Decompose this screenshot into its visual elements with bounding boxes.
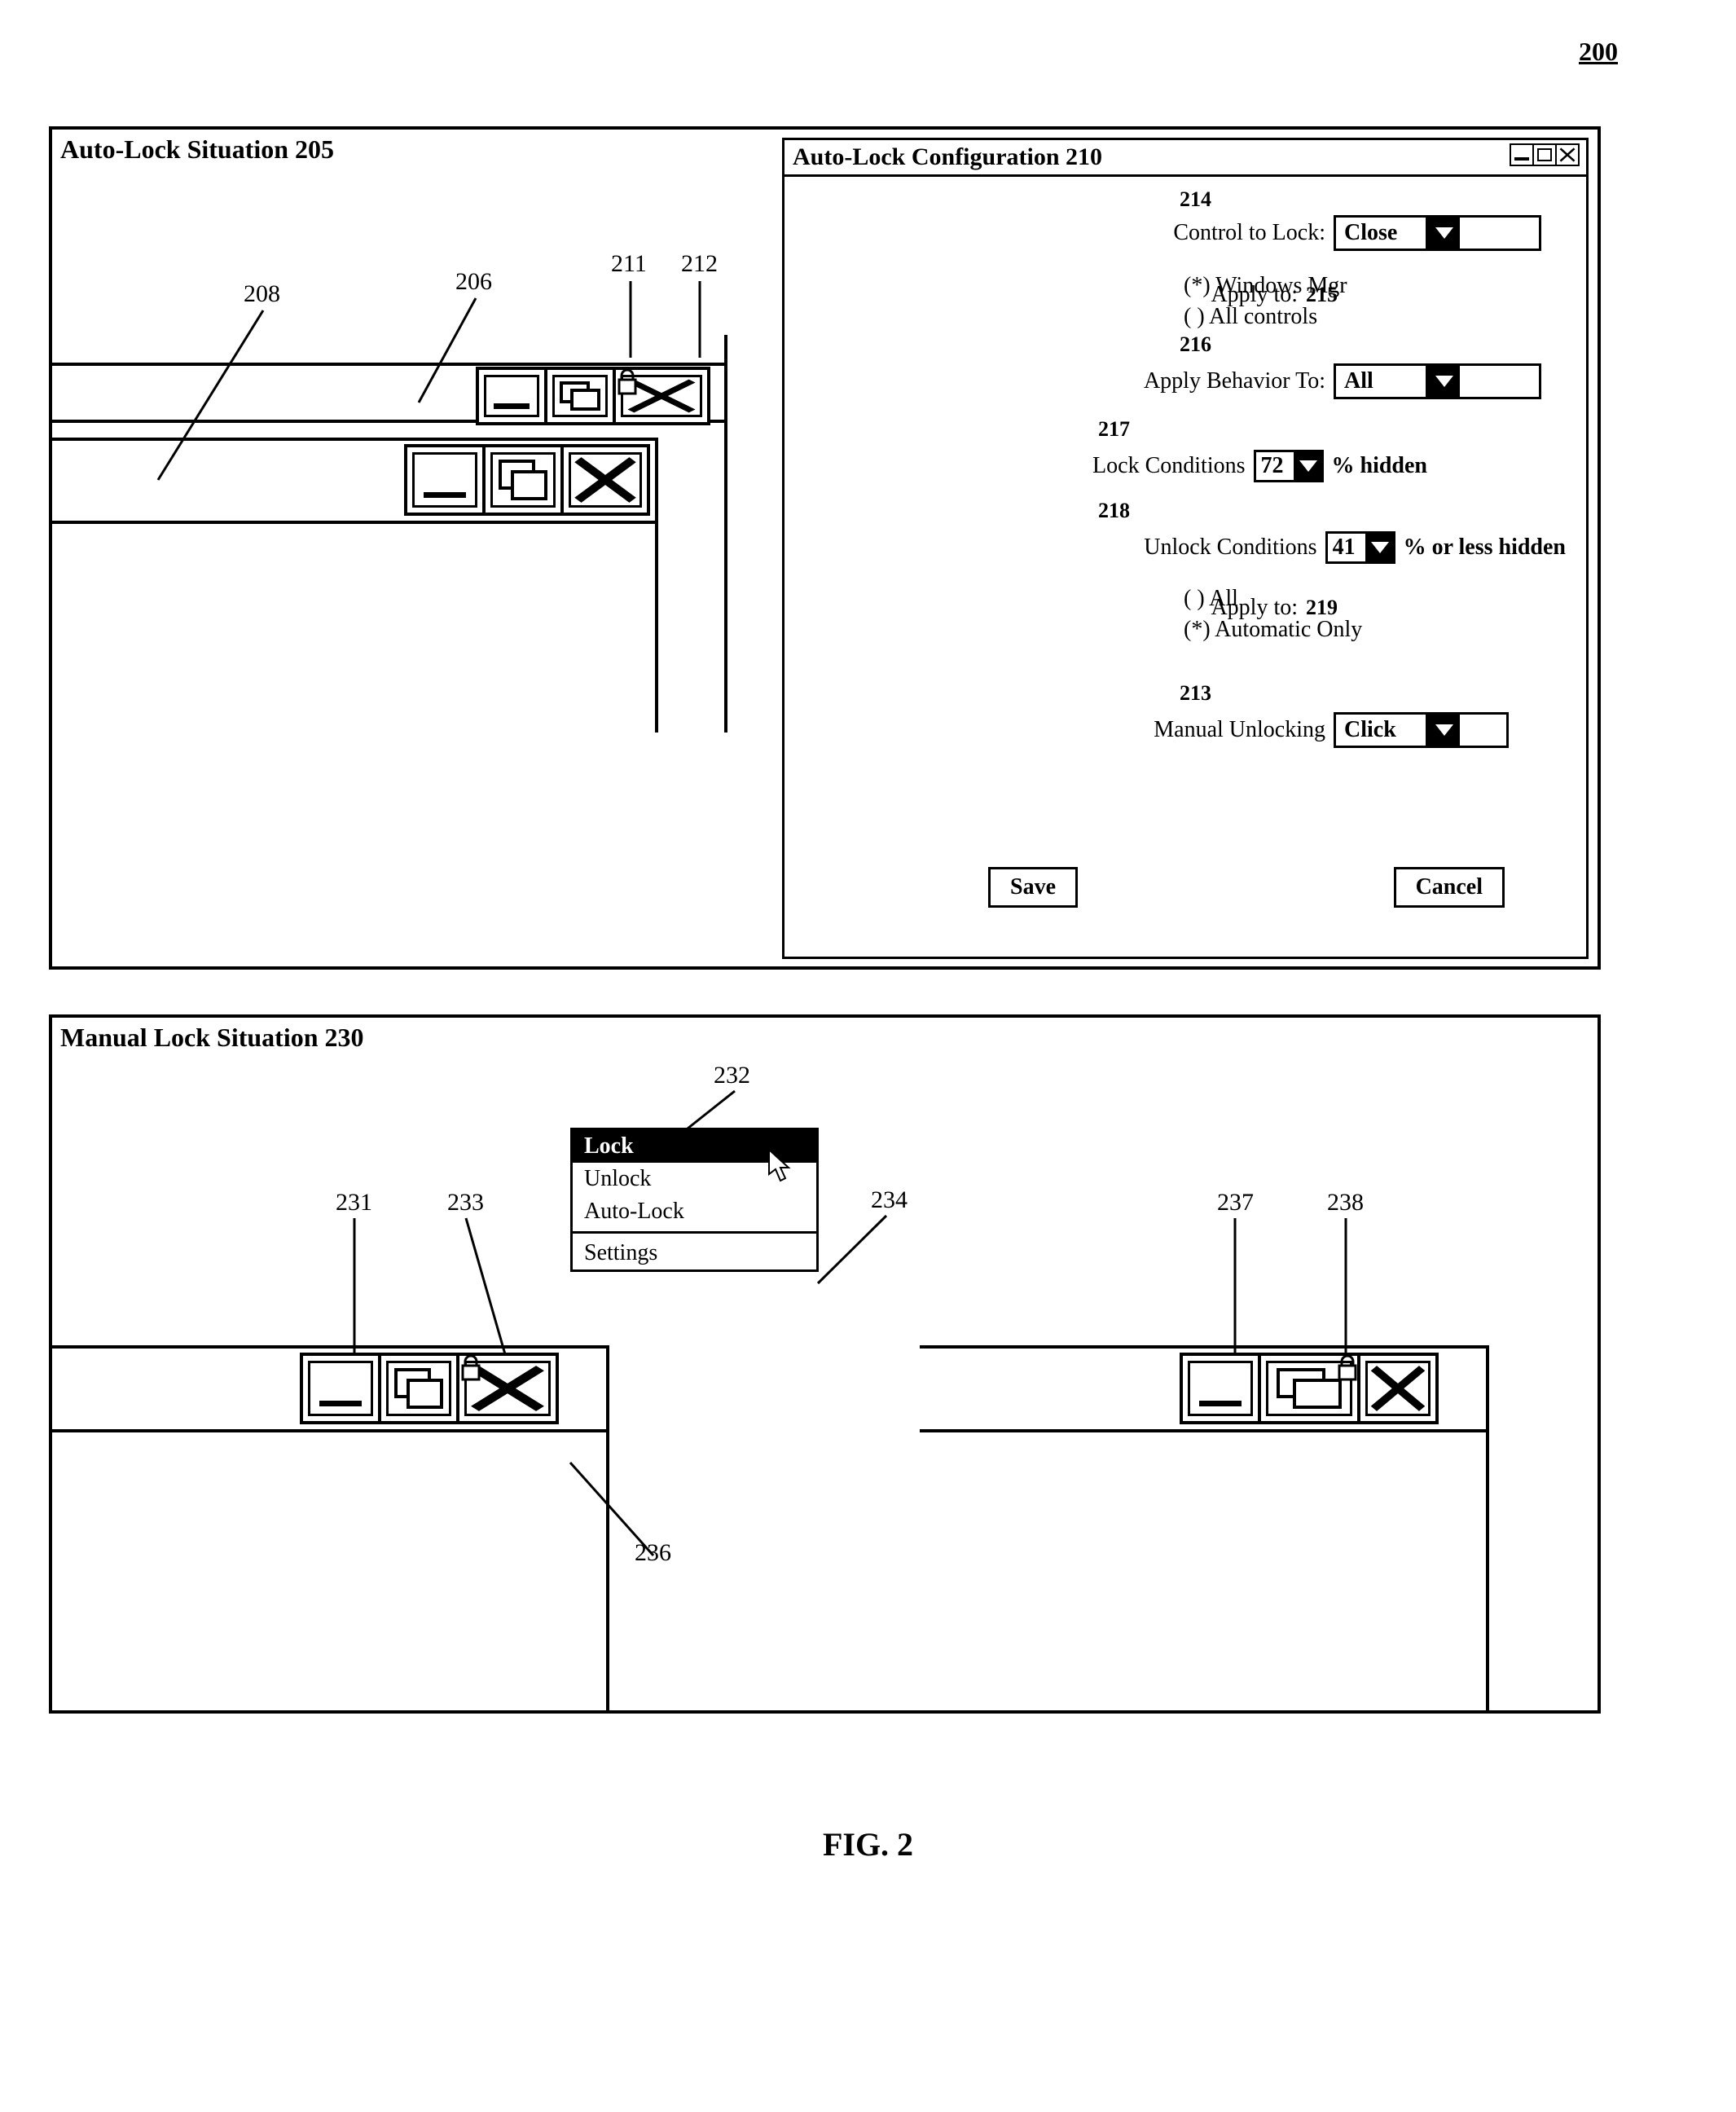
ref-217: 217: [1098, 417, 1130, 442]
ref-218: 218: [1098, 499, 1130, 523]
ref-214: 214: [1180, 187, 1211, 212]
lock-icon: [616, 368, 639, 396]
radio-all[interactable]: ( ) All: [1184, 583, 1362, 614]
front-close-button[interactable]: [560, 444, 650, 516]
apply-to-radio-group-2[interactable]: ( ) All (*) Automatic Only: [1184, 583, 1362, 645]
menu-item-settings[interactable]: Settings: [573, 1237, 816, 1269]
right-max-button[interactable]: [1258, 1353, 1360, 1424]
panel-manual-lock: Manual Lock Situation 230 232 234 231 23…: [49, 1014, 1601, 1714]
control-to-lock-dropdown[interactable]: Close: [1334, 215, 1541, 251]
label-unlock-conditions: Unlock Conditions: [1144, 535, 1316, 561]
back-max-button[interactable]: [544, 367, 616, 425]
label-manual-unlocking: Manual Unlocking: [1154, 717, 1325, 743]
apply-to-radio-group-1[interactable]: (*) Windows Mgr ( ) All controls: [1184, 271, 1347, 332]
ref-216: 216: [1180, 332, 1211, 357]
apply-behavior-dropdown[interactable]: All: [1334, 363, 1541, 399]
back-close-button[interactable]: [613, 367, 710, 425]
unlock-percent-suffix: % or less hidden: [1404, 535, 1566, 561]
lock-icon: [1336, 1354, 1359, 1382]
dialog-close-icon[interactable]: [1555, 143, 1580, 166]
dropdown-arrow-icon[interactable]: [1365, 534, 1393, 561]
dropdown-arrow-icon[interactable]: [1294, 452, 1321, 480]
right-close-button[interactable]: [1357, 1353, 1439, 1424]
ref-213: 213: [1180, 681, 1211, 706]
dropdown-arrow-icon[interactable]: [1426, 366, 1460, 397]
unlock-percent-dropdown[interactable]: 41: [1325, 531, 1395, 564]
front-max-button[interactable]: [482, 444, 564, 516]
radio-all-controls[interactable]: ( ) All controls: [1184, 301, 1347, 332]
panel-auto-lock: Auto-Lock Situation 205 208 206 211 212: [49, 126, 1601, 970]
dialog-max-icon[interactable]: [1532, 143, 1557, 166]
left-close-button[interactable]: [456, 1353, 559, 1424]
save-button[interactable]: Save: [988, 867, 1078, 908]
back-min-button[interactable]: [476, 367, 547, 425]
lock-percent-suffix: % hidden: [1332, 453, 1428, 479]
manual-unlock-dropdown[interactable]: Click: [1334, 712, 1509, 748]
label-apply-behavior: Apply Behavior To:: [1144, 368, 1325, 394]
right-min-button[interactable]: [1180, 1353, 1261, 1424]
figure-number: 200: [1579, 37, 1618, 67]
left-min-button[interactable]: [300, 1353, 381, 1424]
dialog-min-icon[interactable]: [1510, 143, 1534, 166]
cancel-button[interactable]: Cancel: [1394, 867, 1505, 908]
dropdown-arrow-icon[interactable]: [1426, 715, 1460, 746]
dialog-title: Auto-Lock Configuration 210: [793, 143, 1102, 171]
lock-percent-dropdown[interactable]: 72: [1254, 450, 1324, 482]
lock-icon: [459, 1354, 482, 1382]
label-control-to-lock: Control to Lock:: [1173, 220, 1325, 246]
auto-lock-config-dialog: Auto-Lock Configuration 210 214 Control …: [782, 138, 1589, 959]
left-max-button[interactable]: [378, 1353, 459, 1424]
radio-windows-mgr[interactable]: (*) Windows Mgr: [1184, 271, 1347, 301]
dialog-window-controls: [1511, 143, 1580, 166]
label-lock-conditions: Lock Conditions: [1092, 453, 1245, 479]
menu-item-autolock[interactable]: Auto-Lock: [573, 1195, 816, 1228]
radio-automatic-only[interactable]: (*) Automatic Only: [1184, 614, 1362, 645]
figure-caption: FIG. 2: [0, 1825, 1736, 1863]
dropdown-arrow-icon[interactable]: [1426, 218, 1460, 249]
front-min-button[interactable]: [404, 444, 486, 516]
